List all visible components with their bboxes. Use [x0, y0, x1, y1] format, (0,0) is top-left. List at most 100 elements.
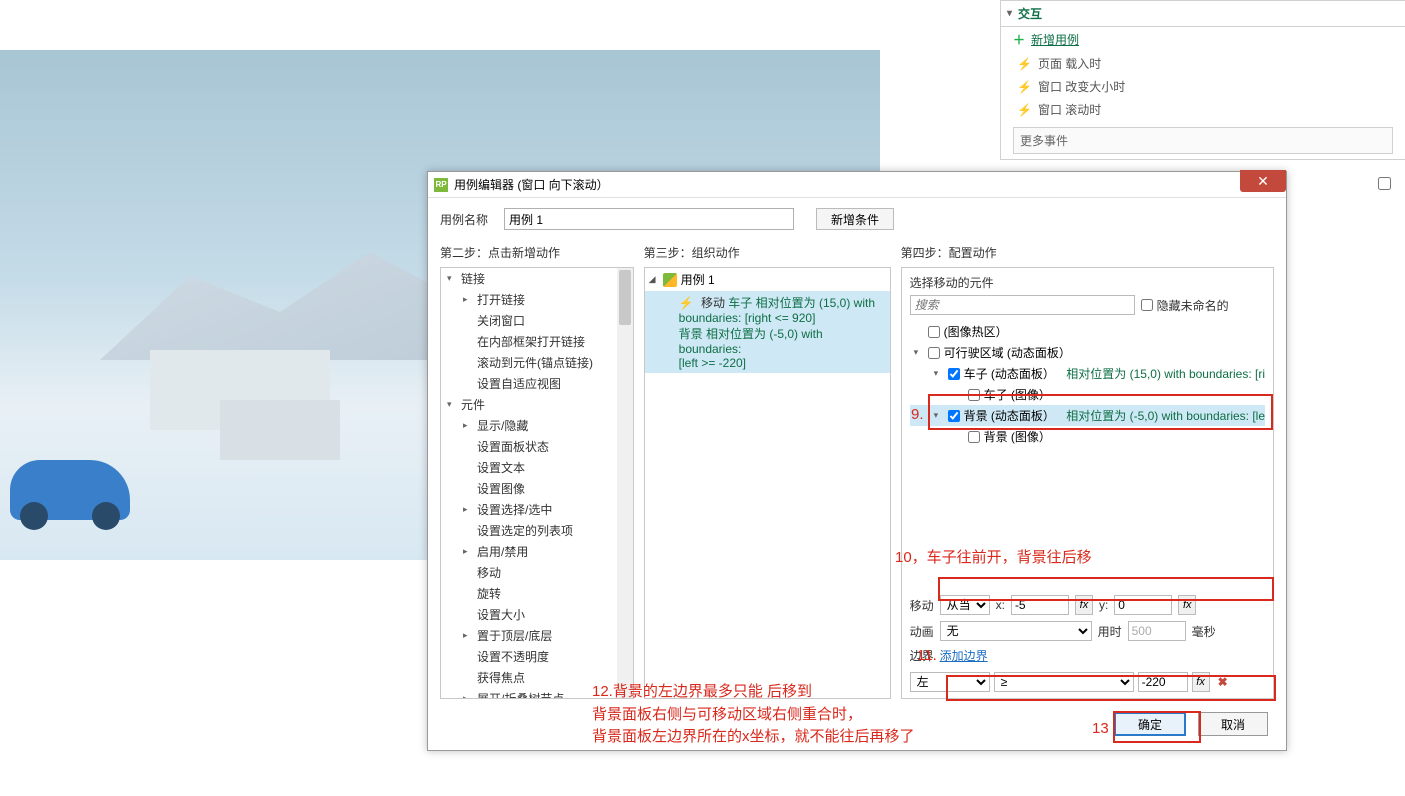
- tree-item[interactable]: 设置图像: [441, 478, 633, 499]
- x-label: x:: [996, 598, 1005, 612]
- checkbox[interactable]: [948, 410, 960, 422]
- case-name-input[interactable]: [504, 208, 794, 230]
- tree-item[interactable]: 启用/禁用: [441, 541, 633, 562]
- fx-button[interactable]: fx: [1178, 595, 1196, 615]
- tree-cat-widgets[interactable]: 元件: [441, 394, 633, 415]
- bolt-icon: ⚡: [1017, 103, 1032, 117]
- boundary-row: 左 ≥ fx ✖: [910, 672, 1265, 692]
- scrollbar-thumb[interactable]: [619, 270, 631, 325]
- bolt-icon: ⚡: [1017, 80, 1032, 94]
- interactions-title: 交互: [1018, 5, 1042, 22]
- tree-cat-links[interactable]: 链接: [441, 268, 633, 289]
- collapse-icon: ▾: [1007, 8, 1012, 19]
- step2-title: 第二步：点击新增动作: [440, 244, 634, 261]
- tree-item[interactable]: 显示/隐藏: [441, 415, 633, 436]
- configure-action-box: 选择移动的元件 隐藏未命名的 (图像热区） 可行驶区域 (动态面板） 车子 (动…: [901, 267, 1274, 699]
- tree-item[interactable]: 设置面板状态: [441, 436, 633, 457]
- ok-button[interactable]: 确定: [1114, 712, 1186, 736]
- widget-row[interactable]: 车子 (图像）: [910, 384, 1265, 405]
- widget-tree[interactable]: (图像热区） 可行驶区域 (动态面板） 车子 (动态面板） 相对位置为 (15,…: [910, 321, 1265, 447]
- move-mode-select[interactable]: 从当前: [940, 595, 990, 615]
- widget-row[interactable]: (图像热区）: [910, 321, 1265, 342]
- y-input[interactable]: [1114, 595, 1172, 615]
- widget-row[interactable]: 背景 (图像）: [910, 426, 1265, 447]
- step4-title: 第四步：配置动作: [901, 244, 1274, 261]
- add-case-link[interactable]: 新增用例: [1031, 31, 1079, 48]
- search-input[interactable]: [910, 295, 1135, 315]
- bolt-icon: ⚡: [679, 296, 694, 310]
- checkbox[interactable]: [928, 326, 940, 338]
- tree-item[interactable]: 关闭窗口: [441, 310, 633, 331]
- event-label: 窗口 改变大小时: [1038, 78, 1125, 95]
- bound-side-select[interactable]: 左: [910, 672, 990, 692]
- more-events[interactable]: 更多事件: [1013, 127, 1393, 154]
- dur-label: 用时: [1098, 623, 1122, 640]
- case-icon: [663, 273, 677, 287]
- event-page-load[interactable]: ⚡ 页面 载入时: [1001, 52, 1405, 75]
- add-case-row[interactable]: ＋ 新增用例: [1001, 27, 1405, 52]
- bound-op-select[interactable]: ≥: [994, 672, 1134, 692]
- checkbox[interactable]: [968, 431, 980, 443]
- interactions-header[interactable]: ▾ 交互: [1001, 0, 1405, 27]
- scrollbar[interactable]: [617, 268, 633, 698]
- case-editor-dialog: RP 用例编辑器 (窗口 向下滚动） ✕ 用例名称 新增条件 第二步：点击新增动…: [427, 171, 1287, 751]
- far-checkbox[interactable]: [1378, 177, 1391, 190]
- checkbox[interactable]: [928, 347, 940, 359]
- add-boundary-link[interactable]: 添加边界: [940, 647, 988, 664]
- event-label: 页面 载入时: [1038, 55, 1101, 72]
- interactions-panel: ▾ 交互 ＋ 新增用例 ⚡ 页面 载入时 ⚡ 窗口 改变大小时 ⚡ 窗口 滚动时…: [1000, 0, 1405, 160]
- dur-input[interactable]: [1128, 621, 1186, 641]
- house2-shape: [220, 400, 340, 460]
- bound-label: 边界: [910, 647, 934, 664]
- checkbox[interactable]: [968, 389, 980, 401]
- tree-item[interactable]: 设置选定的列表项: [441, 520, 633, 541]
- fx-button[interactable]: fx: [1192, 672, 1210, 692]
- tree-item[interactable]: 设置不透明度: [441, 646, 633, 667]
- x-input[interactable]: [1011, 595, 1069, 615]
- tree-item[interactable]: 设置文本: [441, 457, 633, 478]
- widget-row[interactable]: 车子 (动态面板） 相对位置为 (15,0) with boundaries: …: [910, 363, 1265, 384]
- move-label: 移动: [910, 597, 934, 614]
- tree-item[interactable]: 在内部框架打开链接: [441, 331, 633, 352]
- hide-unnamed-checkbox[interactable]: [1141, 299, 1153, 311]
- anim-select[interactable]: 无: [940, 621, 1092, 641]
- fx-button[interactable]: fx: [1075, 595, 1093, 615]
- tree-item[interactable]: 设置大小: [441, 604, 633, 625]
- tree-item[interactable]: 打开链接: [441, 289, 633, 310]
- widget-row[interactable]: 可行驶区域 (动态面板）: [910, 342, 1265, 363]
- dialog-titlebar: RP 用例编辑器 (窗口 向下滚动） ✕: [428, 172, 1286, 198]
- close-button[interactable]: ✕: [1240, 170, 1286, 192]
- move-row: 移动 从当前 x: fx y: fx: [910, 595, 1265, 615]
- name-label: 用例名称: [440, 211, 496, 228]
- tree-item[interactable]: 展开/折叠树节点: [441, 688, 633, 699]
- tree-item[interactable]: 置于顶层/底层: [441, 625, 633, 646]
- action-row[interactable]: ⚡ 移动 车子 相对位置为 (15,0) with boundaries: [r…: [645, 291, 890, 373]
- remove-boundary-icon[interactable]: ✖: [1214, 675, 1232, 689]
- tree-item[interactable]: 获得焦点: [441, 667, 633, 688]
- tree-item[interactable]: 设置选择/选中: [441, 499, 633, 520]
- widget-row-selected[interactable]: 背景 (动态面板） 相对位置为 (-5,0) with boundaries: …: [910, 405, 1265, 426]
- event-label: 窗口 滚动时: [1038, 101, 1101, 118]
- actions-tree[interactable]: 链接 打开链接 关闭窗口 在内部框架打开链接 滚动到元件(锚点链接) 设置自适应…: [440, 267, 634, 699]
- step4-subtitle: 选择移动的元件: [910, 274, 1265, 291]
- app-icon: RP: [434, 178, 448, 192]
- bound-value-input[interactable]: [1138, 672, 1188, 692]
- case-row[interactable]: 用例 1: [645, 268, 890, 291]
- cancel-button[interactable]: 取消: [1198, 712, 1268, 736]
- event-window-scroll[interactable]: ⚡ 窗口 滚动时: [1001, 98, 1405, 121]
- hide-unnamed[interactable]: 隐藏未命名的: [1141, 297, 1229, 314]
- tree-item[interactable]: 移动: [441, 562, 633, 583]
- tree-item[interactable]: 滚动到元件(锚点链接): [441, 352, 633, 373]
- checkbox[interactable]: [948, 368, 960, 380]
- dur-unit: 毫秒: [1192, 623, 1216, 640]
- bound-label-row: 边界 添加边界: [910, 647, 1265, 664]
- event-window-resize[interactable]: ⚡ 窗口 改变大小时: [1001, 75, 1405, 98]
- dialog-title: 用例编辑器 (窗口 向下滚动）: [454, 176, 609, 193]
- add-condition-button[interactable]: 新增条件: [816, 208, 894, 230]
- step3-title: 第三步：组织动作: [644, 244, 891, 261]
- plus-icon: ＋: [1013, 31, 1025, 48]
- tree-item[interactable]: 旋转: [441, 583, 633, 604]
- tree-item[interactable]: 设置自适应视图: [441, 373, 633, 394]
- case-label: 用例 1: [681, 271, 715, 288]
- organize-actions-box[interactable]: 用例 1 ⚡ 移动 车子 相对位置为 (15,0) with boundarie…: [644, 267, 891, 699]
